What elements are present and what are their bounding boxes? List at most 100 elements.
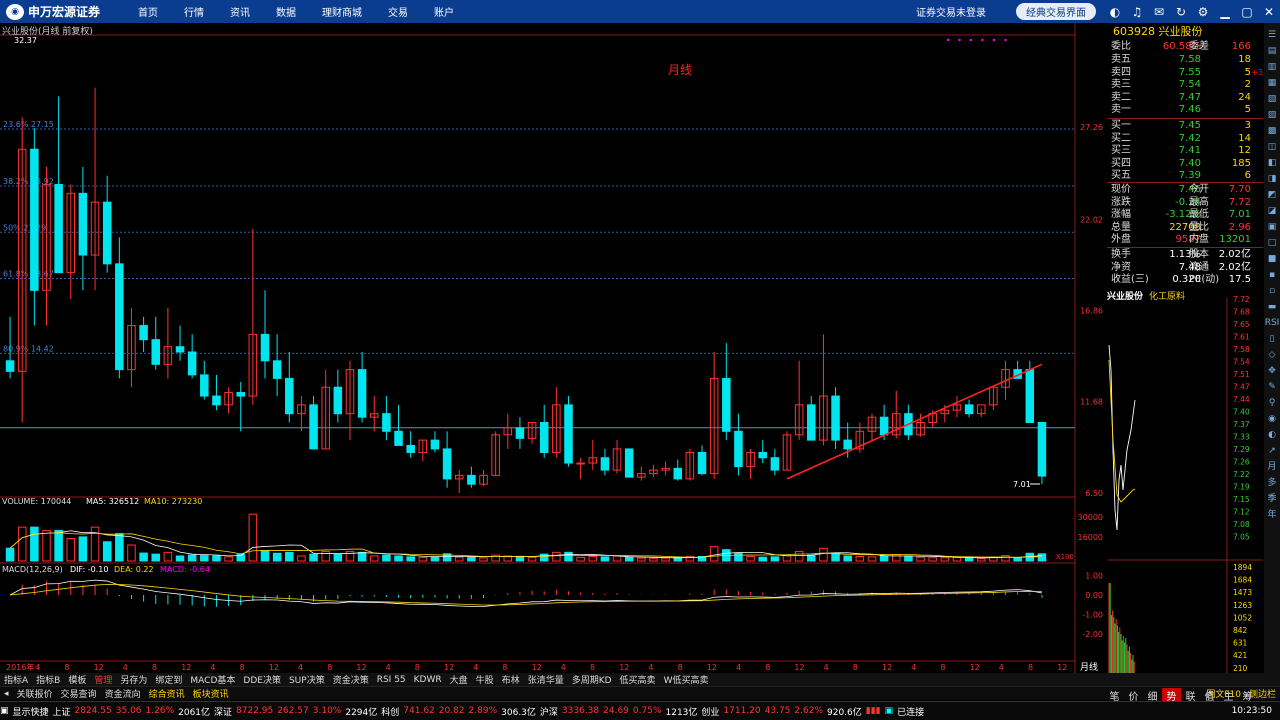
fib-label: 80.9% 14.42 — [3, 344, 54, 353]
indicator-tab-17[interactable]: 低买高卖 — [620, 673, 656, 686]
stat2-label2: 流通 — [1189, 261, 1209, 273]
nav-item-0[interactable]: 首页 — [138, 4, 158, 19]
logo-text: 申万宏源证券 — [28, 5, 101, 19]
nav-item-1[interactable]: 行情 — [184, 4, 204, 19]
indicator-tab-14[interactable]: 布林 — [502, 673, 520, 686]
tool-icon[interactable]: ◫ — [1268, 140, 1277, 154]
intraday-mini-chart[interactable]: 7.72 7.68 7.65 7.61 7.58 7.54 7.51 7.47 7.44 7.40… — [1107, 290, 1263, 673]
tool-icon[interactable]: ▧ — [1268, 92, 1277, 106]
info-tab-1[interactable]: 交易查询 — [61, 687, 97, 700]
tool-icon[interactable]: ▪ — [1269, 268, 1275, 282]
tool-icon[interactable]: □ — [1268, 236, 1277, 250]
indicator-tab-3[interactable]: 管理 — [94, 673, 112, 686]
headset-icon[interactable]: ♫ — [1126, 5, 1148, 19]
bid-label: 买三 — [1111, 145, 1131, 156]
nav-item-4[interactable]: 理财商城 — [322, 4, 362, 19]
tool-icon[interactable]: ◧ — [1268, 156, 1277, 170]
volume-bar — [564, 551, 573, 562]
tool-icon[interactable]: ◐ — [1268, 428, 1276, 442]
macd-tick: -2.00 — [1082, 630, 1103, 639]
tool-icon[interactable]: 年 — [1267, 508, 1276, 522]
candle-body — [831, 395, 840, 441]
indicator-tab-5[interactable]: 绑定到 — [155, 673, 182, 686]
indicator-tab-1[interactable]: 指标B — [36, 673, 60, 686]
indicator-tab-13[interactable]: 牛股 — [476, 673, 494, 686]
indicator-tab-6[interactable]: MACD基本 — [190, 673, 235, 686]
tool-icon[interactable]: 多 — [1267, 476, 1276, 490]
tool-icon[interactable]: ▩ — [1268, 124, 1277, 138]
tool-icon[interactable]: ✎ — [1268, 380, 1276, 394]
chart-svg[interactable]: 23.6% 27.1538.2% 23.9250% 21.2961.8% 18.… — [0, 23, 1105, 673]
nav-item-5[interactable]: 交易 — [388, 4, 408, 19]
tool-icon[interactable]: ◪ — [1268, 204, 1277, 218]
candle-body — [333, 386, 343, 415]
volume-label: VOLUME: 170044 — [2, 497, 71, 506]
nav-item-2[interactable]: 资讯 — [230, 4, 250, 19]
tool-icon[interactable]: ◇ — [1269, 348, 1276, 362]
info-tab-2[interactable]: 资金流向 — [105, 687, 141, 700]
indicator-tab-10[interactable]: RSI 55 — [377, 675, 406, 685]
info-tab-0[interactable]: 关联报价 — [17, 687, 53, 700]
indicator-tab-4[interactable]: 另存为 — [120, 673, 147, 686]
indicator-tab-18[interactable]: W低买高卖 — [664, 673, 709, 686]
macd-tick: -1.00 — [1082, 611, 1103, 620]
tool-icon[interactable]: ✥ — [1268, 364, 1276, 378]
quick-icon[interactable]: ▣ — [0, 706, 9, 716]
candle-body — [175, 346, 185, 353]
tool-icon[interactable]: ▫ — [1269, 284, 1275, 298]
tool-icon[interactable]: ▬ — [1268, 300, 1277, 314]
x-tick: 8 — [415, 663, 420, 672]
classic-trade-button[interactable]: 经典交易界面 — [1016, 3, 1096, 20]
indicator-tab-0[interactable]: 指标A — [4, 673, 28, 686]
tool-icon[interactable]: ↗ — [1268, 444, 1276, 458]
chart-bg — [0, 23, 1105, 673]
minimize-icon[interactable]: ▁ — [1214, 5, 1236, 19]
tool-icon[interactable]: ▦ — [1268, 76, 1277, 90]
skin-icon[interactable]: ◐ — [1104, 5, 1126, 19]
indicator-tab-12[interactable]: 大盘 — [450, 673, 468, 686]
volume-bar — [78, 536, 88, 562]
indicator-tab-16[interactable]: 多周期KD — [572, 673, 612, 686]
tool-icon[interactable]: ◩ — [1268, 188, 1277, 202]
nav-item-6[interactable]: 账户 — [434, 4, 454, 19]
tool-icon[interactable]: ▣ — [1268, 220, 1277, 234]
tool-icon[interactable]: 季 — [1267, 492, 1276, 506]
tool-icon[interactable]: ◨ — [1268, 172, 1277, 186]
kline-chart[interactable]: 23.6% 27.15 38.2% 23.92 50% 21.29 61.8% 18.… — [0, 23, 1105, 673]
ask-row: 卖二 7.47 24 — [1107, 91, 1263, 104]
mini-svg: 7.72 7.68 7.65 7.61 7.58 7.54 7.51 7.47 7.44 7.40… — [1107, 295, 1263, 673]
logo-icon: ◉ — [6, 3, 24, 20]
tool-icon[interactable]: ☰ — [1268, 28, 1276, 42]
login-status[interactable]: 证券交易未登录 — [916, 4, 986, 19]
info-tab-3[interactable]: 综合资讯 — [149, 687, 185, 700]
tool-icon[interactable]: ▤ — [1268, 44, 1277, 58]
indicator-tab-8[interactable]: SUP决策 — [289, 673, 325, 686]
mail-icon[interactable]: ✉ — [1148, 5, 1170, 19]
tool-icon[interactable]: ◉ — [1268, 412, 1276, 426]
maximize-icon[interactable]: ▢ — [1236, 5, 1258, 19]
quick-label[interactable]: 显示快捷 — [13, 705, 49, 718]
tool-icon[interactable]: RSI — [1265, 316, 1280, 330]
indicator-tab-7[interactable]: DDE决策 — [243, 673, 281, 686]
nav-item-3[interactable]: 数据 — [276, 4, 296, 19]
tool-icon[interactable]: ▯ — [1270, 332, 1275, 346]
refresh-icon[interactable]: ↻ — [1170, 5, 1192, 19]
close-icon[interactable]: ✕ — [1258, 5, 1280, 19]
info-tab-4[interactable]: 板块资讯 — [193, 687, 229, 700]
tool-icon[interactable]: 月 — [1267, 460, 1276, 474]
stat-label2: 最低 — [1189, 209, 1209, 220]
indicator-tab-11[interactable]: KDWR — [414, 675, 442, 685]
candle-body — [139, 325, 148, 341]
indicator-tab-9[interactable]: 资金决策 — [333, 673, 369, 686]
tool-icon[interactable]: ▨ — [1268, 108, 1277, 122]
candle-body — [515, 427, 525, 439]
tool-icon[interactable]: ⚲ — [1269, 396, 1276, 410]
indicator-tab-15[interactable]: 张清华量 — [528, 673, 564, 686]
expand-icon[interactable]: ◂ — [4, 689, 9, 699]
volume-bar — [212, 555, 221, 562]
indicator-tab-2[interactable]: 模板 — [68, 673, 86, 686]
gear-icon[interactable]: ⚙ — [1192, 5, 1214, 19]
stat2-row: 收益(三) 0.320 PE(动) 17.5 — [1107, 273, 1263, 286]
tool-icon[interactable]: ■ — [1268, 252, 1277, 266]
tool-icon[interactable]: ▥ — [1268, 60, 1277, 74]
